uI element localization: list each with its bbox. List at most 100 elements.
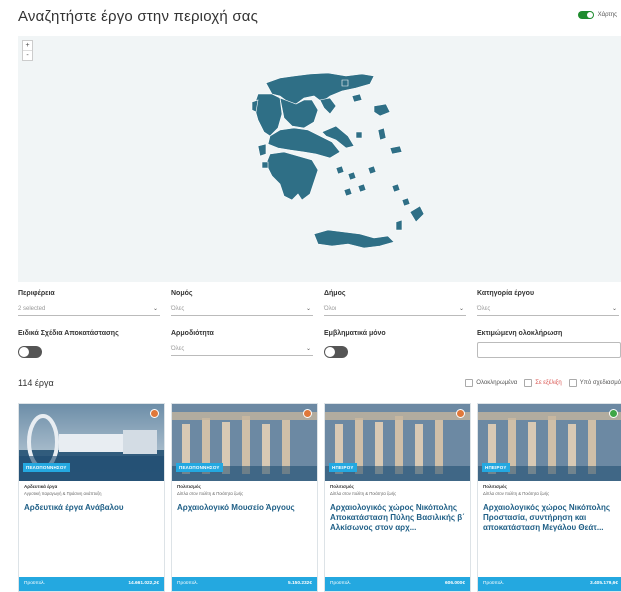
map-island-dodecanese-1: [391, 183, 401, 193]
flagship-label: Εμβληματικά μόνο: [324, 330, 386, 337]
map-island-crete: [313, 229, 395, 249]
map-island-cyclades-3: [357, 183, 367, 193]
map-island-cyclades-4: [343, 187, 353, 197]
status-filters: Ολοκληρωμένα Σε εξέλιξη Υπό σχεδιασμό: [465, 379, 621, 387]
project-card[interactable]: ΠΕΛΟΠΟΝΝΗΣΟΥ Αρδευτικά έργα Αγροτική παρ…: [18, 403, 165, 592]
status-dot: [456, 409, 465, 418]
project-card[interactable]: ΗΠΕΙΡΟΥ Πολιτισμός Δίπλα στον πολίτη & Π…: [477, 403, 621, 592]
project-category: Πολιτισμός: [330, 484, 354, 489]
budget-bar: Προϋπολ. 3.405.179,6€: [478, 577, 621, 591]
project-image: ΠΕΛΟΠΟΝΝΗΣΟΥ: [19, 404, 164, 481]
map-island-limnos: [351, 93, 363, 103]
map-toggle-label: Χάρτης: [597, 12, 617, 18]
project-category: Πολιτισμός: [483, 484, 507, 489]
project-card[interactable]: ΠΕΛΟΠΟΝΝΗΣΟΥ Πολιτισμός Δίπλα στον πολίτ…: [171, 403, 318, 592]
project-subcategory: Δίπλα στον πολίτη & Ποιότητα ζωής: [483, 491, 550, 496]
chevron-down-icon: ⌄: [458, 306, 464, 312]
greece-map[interactable]: [18, 36, 621, 282]
nomos-select-value: Όλες: [171, 306, 185, 312]
budget-value: 5.150.232€: [287, 581, 312, 586]
results-count: 114 έργα: [18, 378, 54, 388]
project-title[interactable]: Αρχαιολογικός χώρος Νικόπολης Προστασία,…: [483, 503, 619, 533]
responsibility-filter-label: Αρμοδιότητα: [171, 330, 214, 337]
status-filter-completed[interactable]: Ολοκληρωμένα: [465, 379, 517, 387]
map-island-cyclades-1: [335, 165, 345, 175]
region-badge: ΠΕΛΟΠΟΝΝΗΣΟΥ: [176, 463, 223, 472]
nomos-select[interactable]: Όλες ⌄: [171, 303, 313, 316]
special-plans-toggle[interactable]: [18, 346, 42, 358]
budget-bar: Προϋπολ. 14.661.022,2€: [19, 577, 164, 591]
project-image: ΗΠΕΙΡΟΥ: [478, 404, 621, 481]
status-filter-in-progress[interactable]: Σε εξέλιξη: [524, 379, 562, 387]
map-island-karpathos: [395, 219, 403, 231]
status-dot: [609, 409, 618, 418]
map-island-dodecanese-2: [401, 197, 411, 207]
map-island-samos: [389, 145, 403, 155]
map-island-skyros: [355, 131, 363, 139]
budget-label: Προϋπολ.: [483, 581, 505, 586]
project-title[interactable]: Αρχαιολογικός χώρος Νικόπολης Αποκατάστα…: [330, 503, 466, 533]
category-filter-label: Κατηγορία έργου: [477, 290, 535, 297]
budget-value: 3.405.179,6€: [589, 581, 618, 586]
status-filter-planned[interactable]: Υπό σχεδιασμό: [568, 379, 621, 387]
project-category: Πολιτισμός: [177, 484, 201, 489]
budget-label: Προϋπολ.: [24, 581, 46, 586]
checkbox[interactable]: [465, 379, 474, 387]
checkbox[interactable]: [524, 379, 533, 387]
status-dot: [303, 409, 312, 418]
map-island-rhodes: [409, 205, 425, 223]
responsibility-select-value: Όλες: [171, 346, 185, 352]
map-island-cyclades-2: [347, 171, 357, 181]
flagship-toggle[interactable]: [324, 346, 348, 358]
completion-filter-label: Εκτιμώμενη ολοκλήρωση: [477, 330, 563, 337]
project-image: ΗΠΕΙΡΟΥ: [325, 404, 470, 481]
budget-value: 14.661.022,2€: [128, 581, 159, 586]
project-title[interactable]: Αρδευτικά έργα Ανάβαλου: [24, 503, 160, 513]
project-image: ΠΕΛΟΠΟΝΝΗΣΟΥ: [172, 404, 317, 481]
budget-value: 606.000€: [444, 581, 465, 586]
map-toggle[interactable]: Χάρτης: [577, 11, 617, 19]
project-title[interactable]: Αρχαιολογικό Μουσείο Άργους: [177, 503, 313, 513]
map-island-cyclades-5: [367, 165, 377, 175]
map-switch[interactable]: [577, 11, 594, 19]
project-subcategory: Αγροτική παραγωγή & Πράσινη ανάπτυξη: [24, 491, 102, 496]
map-island-lesvos: [373, 103, 391, 117]
map-region-peloponnese: [265, 151, 319, 201]
category-select-value: Όλες: [477, 306, 491, 312]
responsibility-select[interactable]: Όλες ⌄: [171, 343, 313, 356]
region-select-value: 2 selected: [18, 306, 46, 312]
region-badge: ΗΠΕΙΡΟΥ: [482, 463, 510, 472]
dimos-select[interactable]: Όλοι ⌄: [324, 303, 466, 316]
completion-input[interactable]: [477, 342, 621, 358]
project-subcategory: Δίπλα στον πολίτη & Ποιότητα ζωής: [177, 491, 244, 496]
status-filter-label: Σε εξέλιξη: [535, 380, 562, 386]
region-badge: ΗΠΕΙΡΟΥ: [329, 463, 357, 472]
checkbox[interactable]: [568, 379, 577, 387]
project-card[interactable]: ΗΠΕΙΡΟΥ Πολιτισμός Δίπλα στον πολίτη & Π…: [324, 403, 471, 592]
project-subcategory: Δίπλα στον πολίτη & Ποιότητα ζωής: [330, 491, 397, 496]
map-island-zakynthos: [261, 161, 269, 169]
category-select[interactable]: Όλες ⌄: [477, 303, 619, 316]
page-title: Αναζητήστε έργο στην περιοχή σας: [18, 8, 259, 25]
nomos-filter-label: Νομός: [171, 290, 193, 297]
dimos-select-value: Όλοι: [324, 306, 337, 312]
chevron-down-icon: ⌄: [305, 306, 311, 312]
region-filter-label: Περιφέρεια: [18, 290, 55, 297]
status-dot: [150, 409, 159, 418]
map-region-chalkidiki: [319, 97, 337, 115]
map-island-chios: [377, 127, 387, 141]
project-category: Αρδευτικά έργα: [24, 484, 58, 489]
region-select[interactable]: 2 selected ⌄: [18, 303, 160, 316]
budget-label: Προϋπολ.: [177, 581, 199, 586]
budget-bar: Προϋπολ. 606.000€: [325, 577, 470, 591]
chevron-down-icon: ⌄: [152, 306, 158, 312]
special-plans-label: Ειδικά Σχέδια Αποκατάστασης: [18, 330, 119, 337]
map-island-thasos: [341, 79, 349, 87]
chevron-down-icon: ⌄: [611, 306, 617, 312]
region-badge: ΠΕΛΟΠΟΝΝΗΣΟΥ: [23, 463, 70, 472]
status-filter-label: Υπό σχεδιασμό: [579, 380, 621, 386]
dimos-filter-label: Δήμος: [324, 290, 346, 297]
budget-bar: Προϋπολ. 5.150.232€: [172, 577, 317, 591]
map-area[interactable]: + -: [18, 36, 621, 282]
map-island-kefalonia: [257, 143, 267, 157]
